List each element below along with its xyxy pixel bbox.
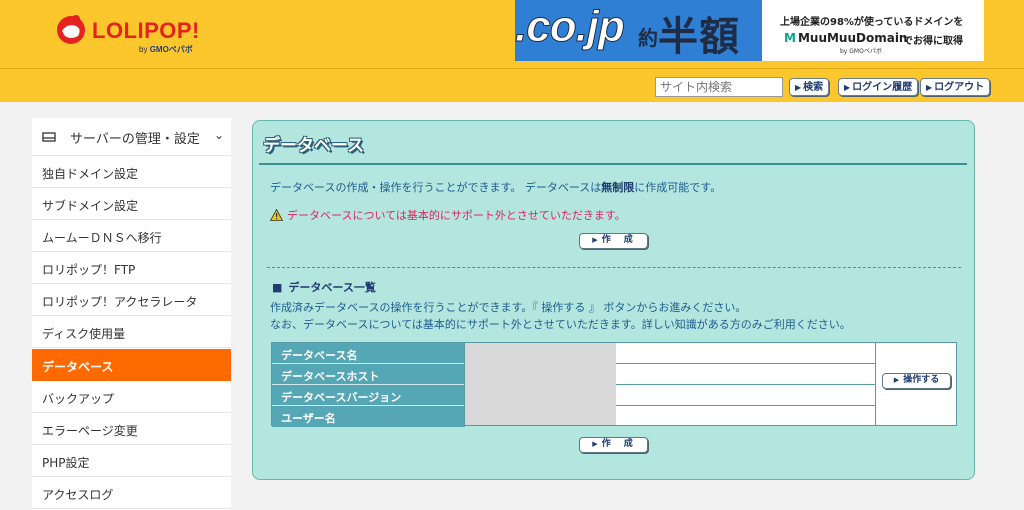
sidebar-item-subdomain[interactable]: サブドメイン設定	[32, 188, 231, 220]
toolbar: ▶検索 ▶ログイン履歴 ▶ログアウト	[0, 68, 1024, 102]
sidebar-item-php[interactable]: PHP設定	[32, 445, 231, 477]
operate-cell: ▶ 操作する	[875, 343, 956, 425]
sidebar-item-database[interactable]: データベース	[32, 349, 231, 381]
logout-button[interactable]: ▶ ログアウト	[920, 78, 991, 96]
chevron-down-icon: ⌄	[214, 128, 225, 142]
support-warning: データベースについては基本的にサポート外とさせていただきます。	[270, 207, 626, 223]
title-divider	[259, 163, 967, 165]
ad-banner-muumuu[interactable]: 上場企業の98%が使っているドメインを M MuuMuuDomain でお得に取得…	[762, 0, 984, 61]
muumuu-logo-icon: M	[784, 31, 796, 45]
section-divider	[267, 267, 961, 268]
sidebar-item-dns[interactable]: ムームーＤＮＳへ移行	[32, 220, 231, 252]
sidebar: サーバーの管理・設定 ⌄ 独自ドメイン設定 サブドメイン設定 ムームーＤＮＳへ移…	[32, 118, 231, 510]
ad-domain-text: .co.jp	[515, 2, 625, 52]
database-list-desc-1: 作成済みデータベースの操作を行うことができます。『 操作する 』 ボタンからお進…	[270, 301, 747, 314]
redacted-values	[465, 343, 616, 425]
arrow-right-icon: ▶	[795, 83, 802, 92]
login-history-button[interactable]: ▶ ログイン履歴	[838, 78, 919, 96]
ad-discount-small: 約	[638, 26, 658, 50]
arrow-right-icon: ▶	[893, 376, 900, 384]
sidebar-item-access-log[interactable]: アクセスログ	[32, 477, 231, 509]
operate-button[interactable]: ▶ 操作する	[882, 373, 951, 389]
database-table: データベース名 データベースホスト データベースバージョン ユーザー名 ▶ 操作す…	[271, 342, 957, 427]
warning-icon	[270, 209, 283, 221]
sidebar-item-accelerator[interactable]: ロリポップ！アクセラレータ	[32, 284, 231, 316]
ad-discount-big: 半額	[658, 14, 740, 60]
sidebar-item-ftp[interactable]: ロリポップ！FTP	[32, 252, 231, 284]
header: LOLIPOP! by GMOペパボ .co.jp 約 半額 上場企業の98%が…	[0, 0, 1024, 68]
logo-text: LOLIPOP!	[92, 18, 200, 43]
database-panel: データベース データベースの作成・操作を行うことができます。 データベースは無制…	[252, 120, 975, 480]
site-search-input[interactable]	[655, 77, 783, 97]
create-database-button-bottom[interactable]: ▶ 作 成	[579, 437, 648, 453]
arrow-right-icon: ▶	[592, 236, 598, 244]
sidebar-item-domain[interactable]: 独自ドメイン設定	[32, 156, 231, 188]
arrow-right-icon: ▶	[592, 440, 598, 448]
arrow-right-icon: ▶	[844, 83, 851, 92]
server-icon	[42, 132, 56, 142]
arrow-right-icon: ▶	[926, 83, 933, 92]
sidebar-item-backup[interactable]: バックアップ	[32, 381, 231, 413]
sidebar-item-error-page[interactable]: エラーページ変更	[32, 413, 231, 445]
ad-brand: M MuuMuuDomain	[784, 31, 908, 45]
lolipop-logo[interactable]: LOLIPOP! by GMOペパボ	[54, 12, 214, 54]
table-label-user: ユーザー名	[272, 406, 464, 427]
ad-tagline: 上場企業の98%が使っているドメインを	[780, 17, 964, 28]
table-label-host: データベースホスト	[272, 364, 464, 385]
ad-note: でお得に取得	[903, 36, 963, 47]
create-database-button[interactable]: ▶ 作 成	[579, 233, 648, 249]
database-list-desc-2: なお、データベースについては基本的にサポート外とさせていただきます。詳しい知識が…	[270, 318, 851, 331]
table-label-name: データベース名	[272, 343, 464, 364]
sidebar-section-server[interactable]: サーバーの管理・設定 ⌄	[32, 118, 231, 156]
sidebar-item-disk[interactable]: ディスク使用量	[32, 316, 231, 348]
search-button[interactable]: ▶ 検索	[789, 78, 830, 96]
page-title: データベース	[263, 136, 365, 156]
lolipop-logo-icon	[57, 15, 85, 44]
ad-banner-cojp[interactable]: .co.jp 約 半額	[515, 0, 762, 61]
logo-sub: by GMOペパボ	[139, 45, 193, 54]
table-label-version: データベースバージョン	[272, 385, 464, 406]
database-description: データベースの作成・操作を行うことができます。 データベースは無制限に作成可能で…	[270, 181, 722, 194]
square-bullet-icon: ■	[272, 281, 283, 294]
database-list-heading: ■ データベース一覧	[272, 281, 376, 294]
sidebar-section-label: サーバーの管理・設定	[70, 132, 200, 147]
ad-brand-by: by GMOペパボ	[840, 48, 882, 55]
